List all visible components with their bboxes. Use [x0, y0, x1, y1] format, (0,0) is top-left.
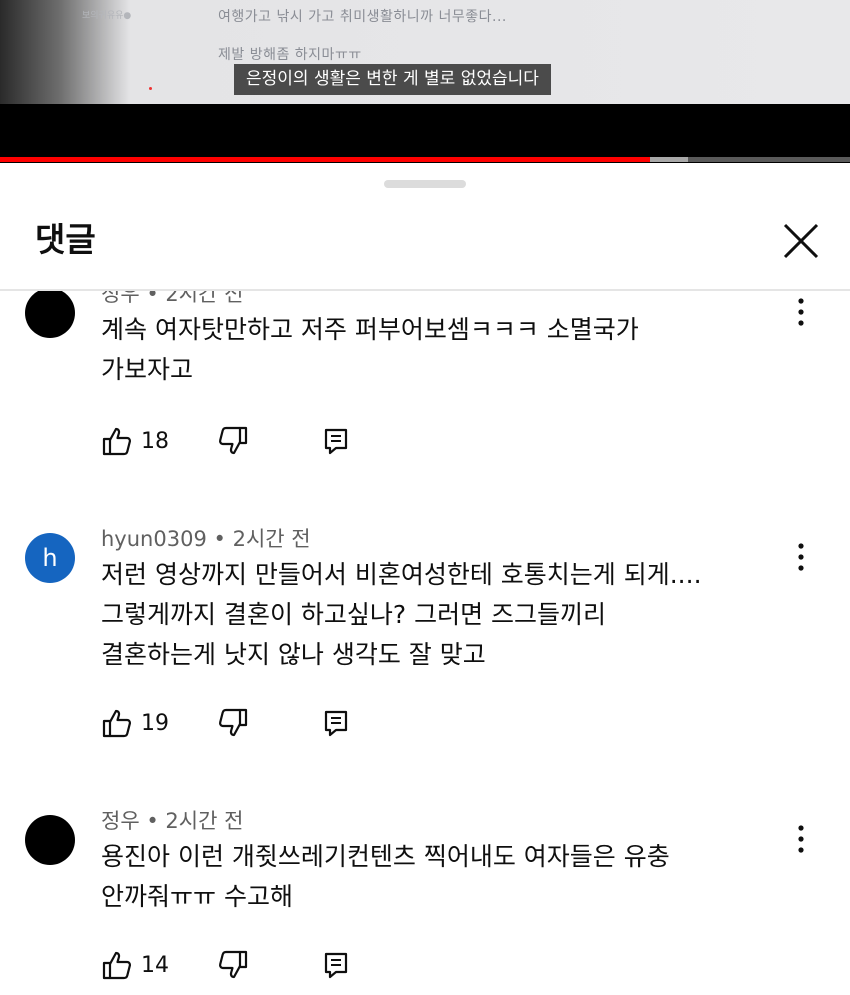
comment-author[interactable]: 정우	[101, 291, 140, 306]
reply-comment-icon	[324, 710, 348, 737]
comment-text: 계속 여자탓만하고 저주 퍼부어보셈ㅋㅋㅋ 소멸국가 가보자고	[101, 310, 801, 390]
comment-text: 저런 영상까지 만들어서 비혼여성한테 호통치는게 되게.... 그렇게까지 결…	[101, 555, 801, 675]
like-count: 19	[141, 710, 169, 736]
like-count: 18	[141, 428, 169, 454]
video-dot	[149, 87, 152, 90]
comment-text: 용진아 이런 개쥣쓰레기컨텐츠 찍어내도 여자들은 유충 안까줘ㅠㅠ 수고해	[101, 837, 801, 917]
reply-comment-icon	[324, 428, 348, 455]
reply-button[interactable]	[322, 948, 350, 982]
video-frame: 보의귀유유● 여행가고 낚시 가고 취미생활하니까 너무좋다... 제발 방해좀…	[0, 0, 850, 104]
dislike-button[interactable]	[217, 424, 249, 458]
close-button[interactable]	[776, 216, 826, 266]
reply-button[interactable]	[322, 424, 350, 458]
like-button[interactable]: 18	[101, 424, 169, 458]
thumbs-down-icon	[218, 950, 248, 979]
meta-separator: •	[213, 527, 226, 551]
comment-text-line: 결혼하는게 낫지 않나 생각도 잘 맞고	[101, 640, 486, 669]
video-caption-line-1: 여행가고 낚시 가고 취미생활하니까 너무좋다...	[218, 9, 507, 25]
comment-time: 2시간 전	[165, 809, 244, 833]
reply-button[interactable]	[322, 706, 350, 740]
video-progress-played	[0, 157, 651, 162]
thumbs-down-icon	[218, 426, 248, 455]
like-count: 14	[141, 952, 169, 978]
sheet-title: 댓글	[35, 220, 96, 259]
video-progress-buffered	[650, 157, 688, 162]
reply-comment-icon	[324, 952, 348, 979]
comment-text-line: 가보자고	[101, 355, 194, 384]
video-player[interactable]: 보의귀유유● 여행가고 낚시 가고 취미생활하니까 너무좋다... 제발 방해좀…	[0, 0, 850, 163]
thumbs-down-icon	[218, 708, 248, 737]
like-button[interactable]: 19	[101, 706, 169, 740]
video-channel-tag: 보의귀유유●	[82, 11, 132, 21]
comment-text-line: 계속 여자탓만하고 저주 퍼부어보셈ㅋㅋㅋ 소멸국가	[101, 315, 639, 344]
comment-meta: hyun0309 • 2시간 전	[101, 523, 311, 553]
comment-meta: 정우 • 2시간 전	[101, 291, 243, 308]
comments-sheet: 댓글 정우 • 2시간 전 계속 여자탓만하고 저주 퍼부어보셈ㅋㅋㅋ 소멸국가…	[0, 163, 850, 995]
dislike-button[interactable]	[217, 706, 249, 740]
close-icon	[783, 223, 819, 259]
thumbs-up-icon	[102, 951, 132, 980]
avatar[interactable]	[25, 815, 75, 865]
video-subtitle: 은정이의 생활은 변한 게 별로 없었습니다	[234, 64, 551, 95]
comment-text-line: 그렇게까지 결혼이 하고싶나? 그러면 즈그들끼리	[101, 600, 607, 629]
comment-text-line: 안까줘ㅠㅠ 수고해	[101, 882, 293, 911]
drag-handle[interactable]	[384, 180, 466, 188]
dislike-button[interactable]	[217, 948, 249, 982]
comment-text-line: 저런 영상까지 만들어서 비혼여성한테 호통치는게 되게....	[101, 560, 702, 589]
avatar[interactable]	[25, 291, 75, 338]
comment-list: 정우 • 2시간 전 계속 여자탓만하고 저주 퍼부어보셈ㅋㅋㅋ 소멸국가 가보…	[0, 291, 850, 995]
meta-separator: •	[146, 809, 159, 833]
meta-separator: •	[146, 291, 159, 306]
video-progress-bar[interactable]	[0, 157, 850, 162]
comment-author[interactable]: 정우	[101, 809, 140, 833]
thumbs-up-icon	[102, 427, 132, 456]
comment-time: 2시간 전	[232, 527, 311, 551]
avatar-letter: h	[42, 544, 58, 572]
avatar[interactable]: h	[25, 533, 75, 583]
like-button[interactable]: 14	[101, 948, 169, 982]
video-caption-line-2: 제발 방해좀 하지마ㅠㅠ	[218, 47, 362, 63]
thumbs-up-icon	[102, 709, 132, 738]
comment-text-line: 용진아 이런 개쥣쓰레기컨텐츠 찍어내도 여자들은 유충	[101, 842, 670, 871]
comment-author[interactable]: hyun0309	[101, 527, 207, 551]
comment-time: 2시간 전	[165, 291, 244, 306]
comment-meta: 정우 • 2시간 전	[101, 805, 243, 835]
